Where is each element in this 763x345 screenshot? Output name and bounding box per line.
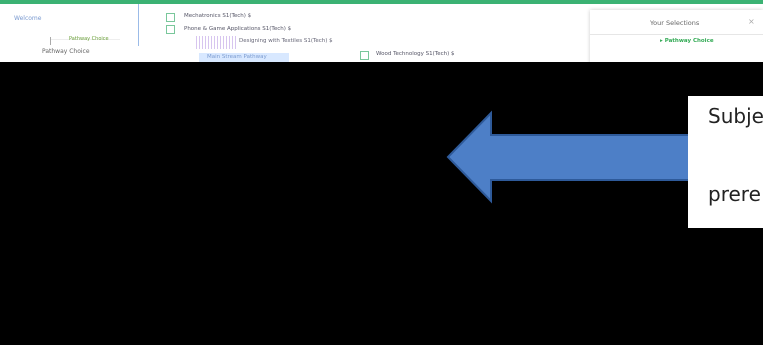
left-arrow-icon [446,110,763,204]
callout-line-2: prere [708,182,761,206]
annotation-callout: Subje prere [688,96,763,228]
callout-line-1: Subje [708,104,763,128]
